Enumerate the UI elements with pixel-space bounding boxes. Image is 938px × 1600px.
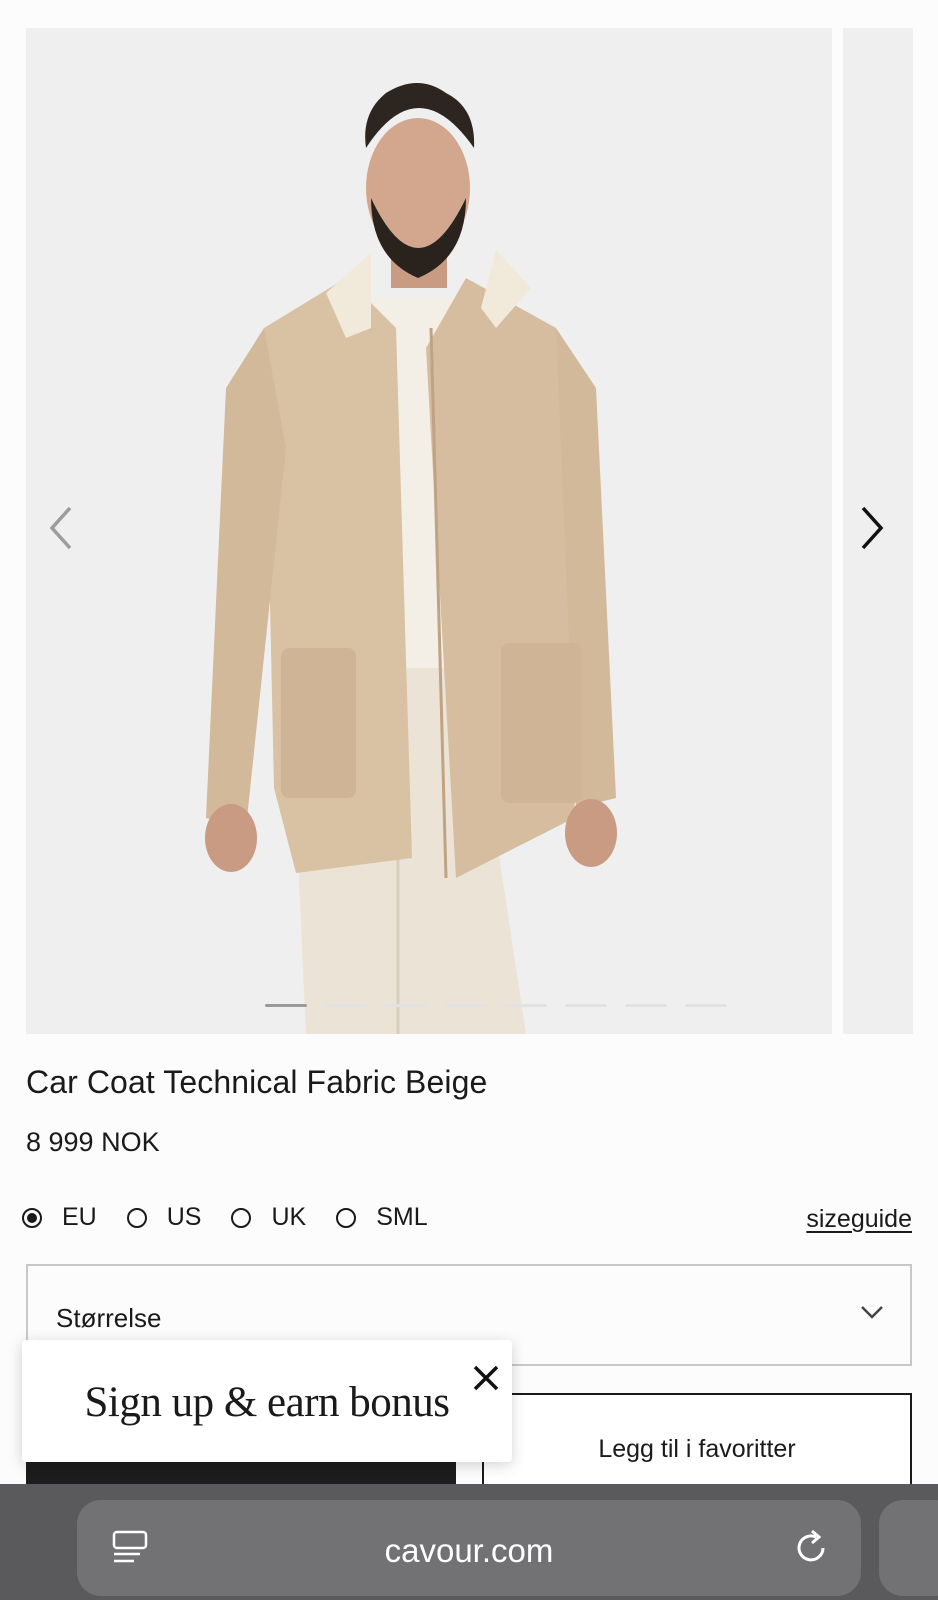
carousel-dot[interactable] bbox=[625, 1004, 667, 1007]
product-title: Car Coat Technical Fabric Beige bbox=[26, 1064, 488, 1100]
next-image-button[interactable] bbox=[852, 500, 892, 556]
radio-icon[interactable] bbox=[231, 1207, 252, 1228]
carousel-indicators bbox=[265, 1004, 727, 1007]
size-system-label: US bbox=[166, 1203, 202, 1231]
size-system-eu[interactable]: EU bbox=[22, 1203, 97, 1232]
carousel-dot[interactable] bbox=[265, 1004, 307, 1007]
carousel-dot[interactable] bbox=[505, 1004, 547, 1007]
radio-icon[interactable] bbox=[126, 1207, 147, 1228]
previous-image-button[interactable] bbox=[41, 500, 81, 556]
chevron-left-icon bbox=[49, 506, 72, 550]
product-photo bbox=[205, 83, 617, 1034]
signup-popup-text[interactable]: Sign up & earn bonus bbox=[22, 1378, 512, 1427]
address-bar[interactable]: cavour.com bbox=[77, 1500, 861, 1596]
sizeguide-link[interactable]: sizeguide bbox=[806, 1205, 912, 1234]
add-to-favorites-label: Legg til i favoritter bbox=[598, 1435, 796, 1463]
size-system-selector: EU US UK SML bbox=[22, 1203, 458, 1232]
popup-close-button[interactable] bbox=[466, 1358, 506, 1398]
radio-checked-icon[interactable] bbox=[22, 1207, 42, 1228]
address-url[interactable]: cavour.com bbox=[77, 1532, 861, 1570]
size-system-label: UK bbox=[271, 1203, 307, 1231]
size-system-us[interactable]: US bbox=[126, 1203, 202, 1232]
carousel-dot[interactable] bbox=[445, 1004, 487, 1007]
carousel-dot[interactable] bbox=[385, 1004, 427, 1007]
size-select-placeholder: Størrelse bbox=[56, 1303, 162, 1333]
reload-icon[interactable] bbox=[792, 1528, 832, 1568]
carousel-dot[interactable] bbox=[565, 1004, 607, 1007]
next-tab-peek[interactable] bbox=[879, 1500, 938, 1596]
chevron-right-icon bbox=[861, 506, 884, 550]
carousel-dot[interactable] bbox=[685, 1004, 727, 1007]
close-icon bbox=[473, 1365, 499, 1391]
size-system-uk[interactable]: UK bbox=[231, 1203, 306, 1232]
size-system-label: EU bbox=[62, 1203, 97, 1231]
carousel-dot[interactable] bbox=[325, 1004, 367, 1007]
browser-toolbar: cavour.com bbox=[0, 1484, 938, 1600]
size-system-sml[interactable]: SML bbox=[336, 1203, 428, 1232]
signup-popup: Sign up & earn bonus bbox=[22, 1340, 512, 1462]
product-image-gallery[interactable] bbox=[26, 28, 832, 1034]
chevron-down-icon bbox=[861, 1306, 883, 1319]
product-price: 8 999 NOK bbox=[26, 1127, 160, 1157]
size-system-label: SML bbox=[376, 1203, 428, 1231]
radio-icon[interactable] bbox=[336, 1207, 357, 1228]
